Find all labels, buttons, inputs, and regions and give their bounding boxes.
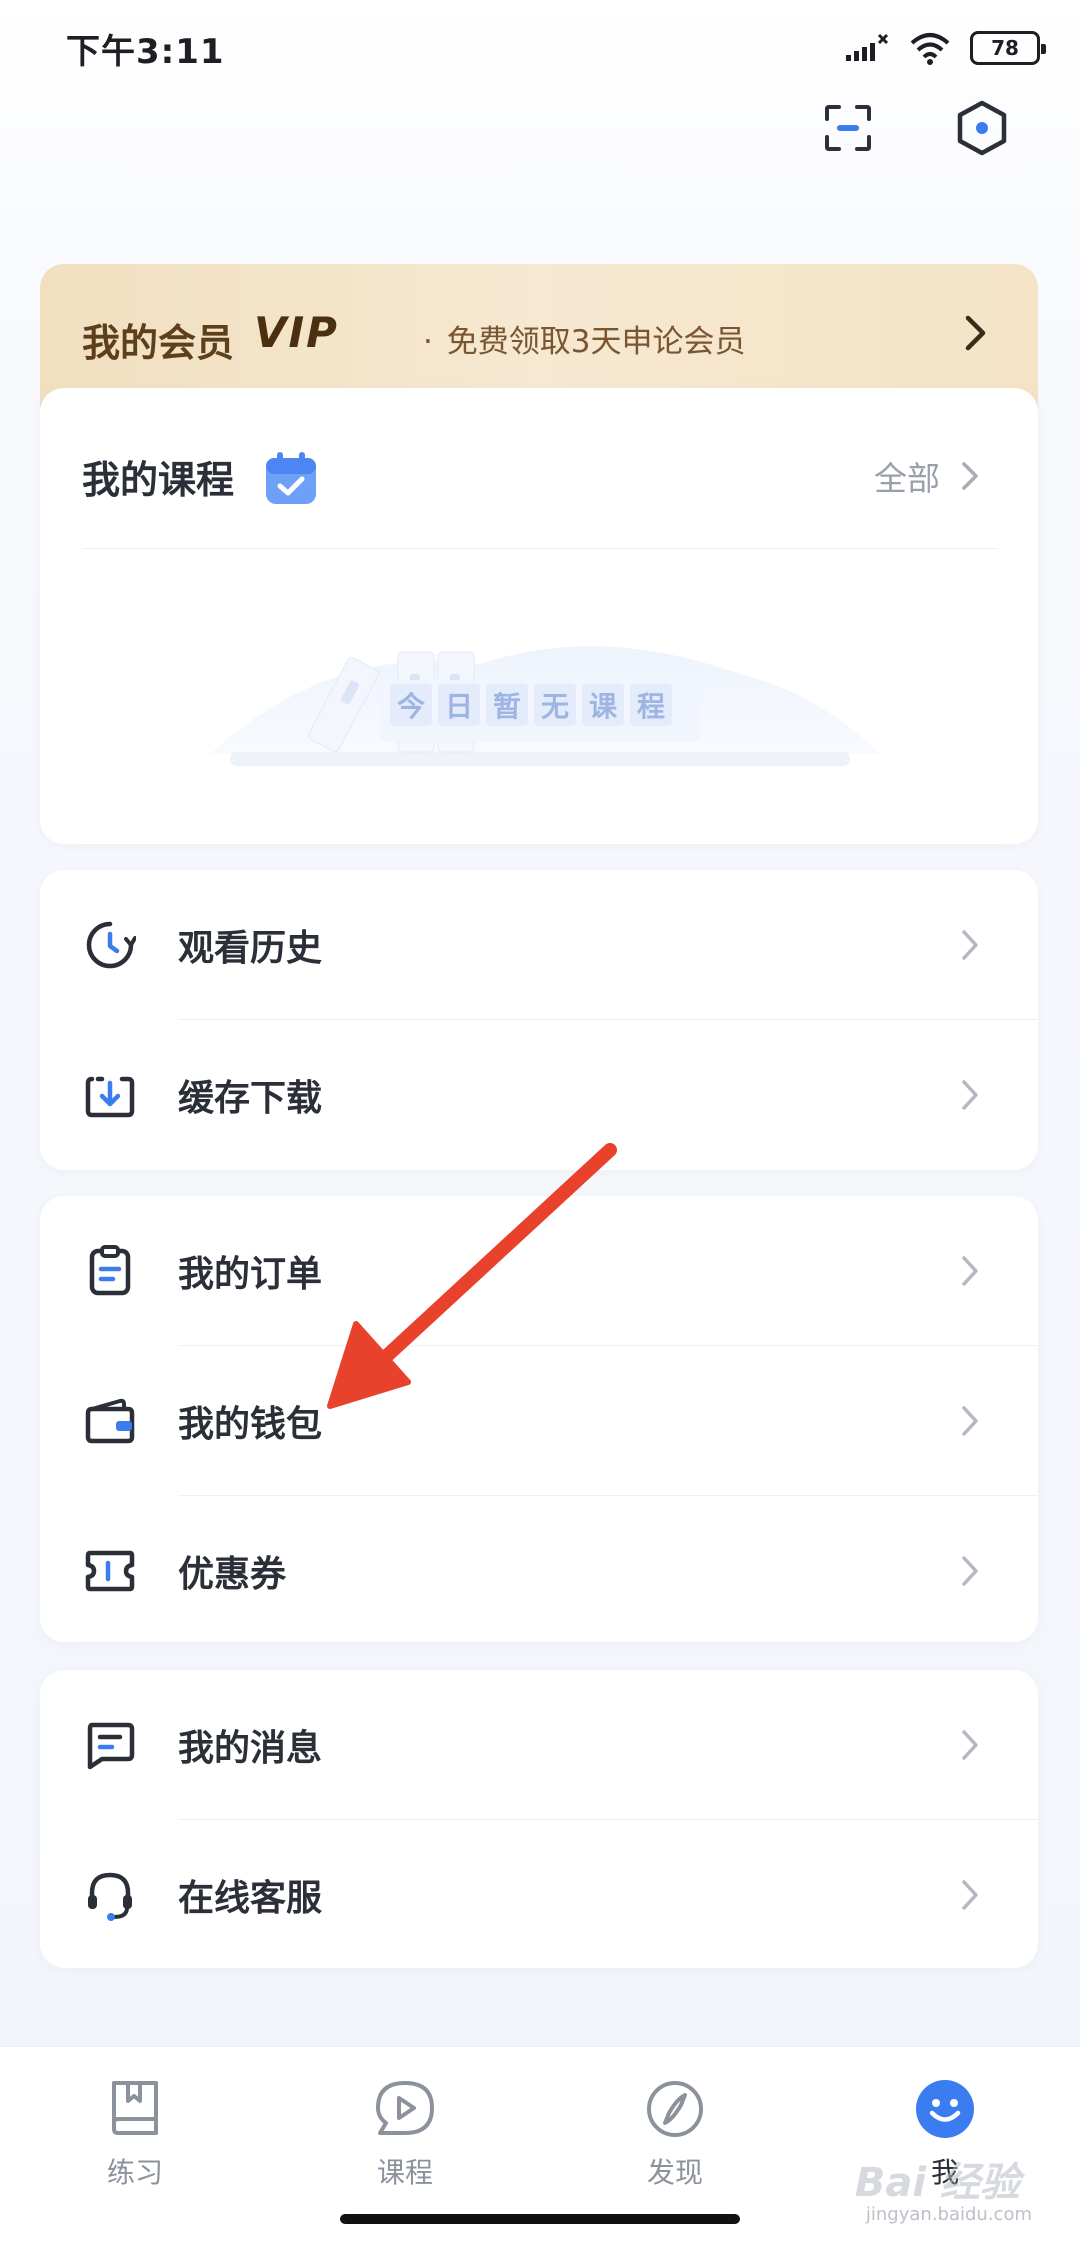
chevron-right-icon xyxy=(962,1080,978,1110)
empty-char: 程 xyxy=(630,684,672,726)
annotation-arrow xyxy=(327,1143,617,1409)
wallet-icon xyxy=(82,1393,138,1449)
empty-char: 无 xyxy=(534,684,576,726)
courses-title: 我的课程 xyxy=(82,457,235,502)
messages-card: 我的消息 在线客服 xyxy=(40,1670,1038,1968)
vip-title: 我的会员 xyxy=(82,321,235,365)
chevron-right-icon xyxy=(965,315,986,351)
message-icon xyxy=(82,1717,138,1773)
compass-icon xyxy=(643,2077,707,2141)
status-bar: 下午3:11 78 xyxy=(0,0,1080,96)
chevron-right-icon xyxy=(962,1880,978,1910)
empty-courses-text: 今 日 暂 无 课 程 xyxy=(390,684,672,726)
vip-badge: VIP xyxy=(254,308,339,357)
calendar-check-icon xyxy=(266,452,317,504)
empty-char: 暂 xyxy=(486,684,528,726)
ticket-icon xyxy=(82,1543,138,1599)
status-indicators: 78 xyxy=(844,31,1046,65)
vip-description-text: 免费领取3天申论会员 xyxy=(446,324,746,360)
download-icon xyxy=(82,1067,138,1123)
chevron-right-icon xyxy=(962,1406,978,1436)
signal-icon xyxy=(846,33,889,61)
menu-item-watch-history[interactable]: 观看历史 xyxy=(40,870,1038,1020)
chevron-right-icon xyxy=(962,930,978,960)
courses-card: 我的课程 全部 今 日 暂 无 课 程 xyxy=(40,388,1038,844)
status-time: 下午3:11 xyxy=(66,31,225,72)
battery-level: 78 xyxy=(991,36,1019,60)
watermark: Bai 经验 xyxy=(854,2160,1020,2206)
top-actions xyxy=(820,100,1010,156)
vip-description: · 免费领取3天申论会员 xyxy=(423,316,746,361)
chevron-right-icon xyxy=(962,1556,978,1586)
menu-item-coupons[interactable]: 优惠券 xyxy=(40,1496,1038,1646)
play-bubble-icon xyxy=(373,2077,437,2141)
menu-label: 优惠券 xyxy=(178,1554,287,1595)
wifi-icon xyxy=(910,33,950,65)
settings-button[interactable] xyxy=(954,100,1010,156)
courses-divider xyxy=(82,548,998,549)
smiley-face-icon xyxy=(913,2077,977,2141)
chevron-right-icon xyxy=(962,462,978,490)
nav-label: 练习 xyxy=(106,2156,163,2189)
vip-dot: · xyxy=(422,324,433,360)
book-icon xyxy=(103,2077,167,2141)
menu-label: 我的消息 xyxy=(178,1728,323,1769)
history-card: 观看历史 缓存下载 xyxy=(40,870,1038,1170)
watermark-url: jingyan.baidu.com xyxy=(865,2204,1032,2225)
clock-history-icon xyxy=(82,917,138,973)
chevron-right-icon xyxy=(962,1730,978,1760)
scan-button[interactable] xyxy=(820,100,876,156)
battery-indicator: 78 xyxy=(970,31,1046,65)
menu-item-my-messages[interactable]: 我的消息 xyxy=(40,1670,1038,1820)
headset-icon xyxy=(82,1867,138,1923)
courses-header: 我的课程 全部 xyxy=(40,388,1038,564)
nav-label: 课程 xyxy=(376,2156,433,2189)
menu-label: 在线客服 xyxy=(178,1878,323,1919)
empty-char: 课 xyxy=(582,684,624,726)
courses-all-link[interactable]: 全部 xyxy=(874,452,980,500)
empty-char: 今 xyxy=(390,684,432,726)
clipboard-icon xyxy=(82,1243,138,1299)
courses-all-label: 全部 xyxy=(874,459,940,498)
home-indicator[interactable] xyxy=(340,2214,740,2224)
menu-item-online-service[interactable]: 在线客服 xyxy=(40,1820,1038,1970)
scan-icon xyxy=(825,105,871,151)
nav-tab-practice[interactable]: 练习 xyxy=(0,2047,270,2248)
menu-label: 观看历史 xyxy=(178,928,323,969)
empty-char: 日 xyxy=(438,684,480,726)
nav-label: 发现 xyxy=(646,2156,703,2189)
hexagon-settings-icon xyxy=(957,100,1007,156)
menu-label: 缓存下载 xyxy=(178,1078,323,1119)
chevron-right-icon xyxy=(962,1256,978,1286)
